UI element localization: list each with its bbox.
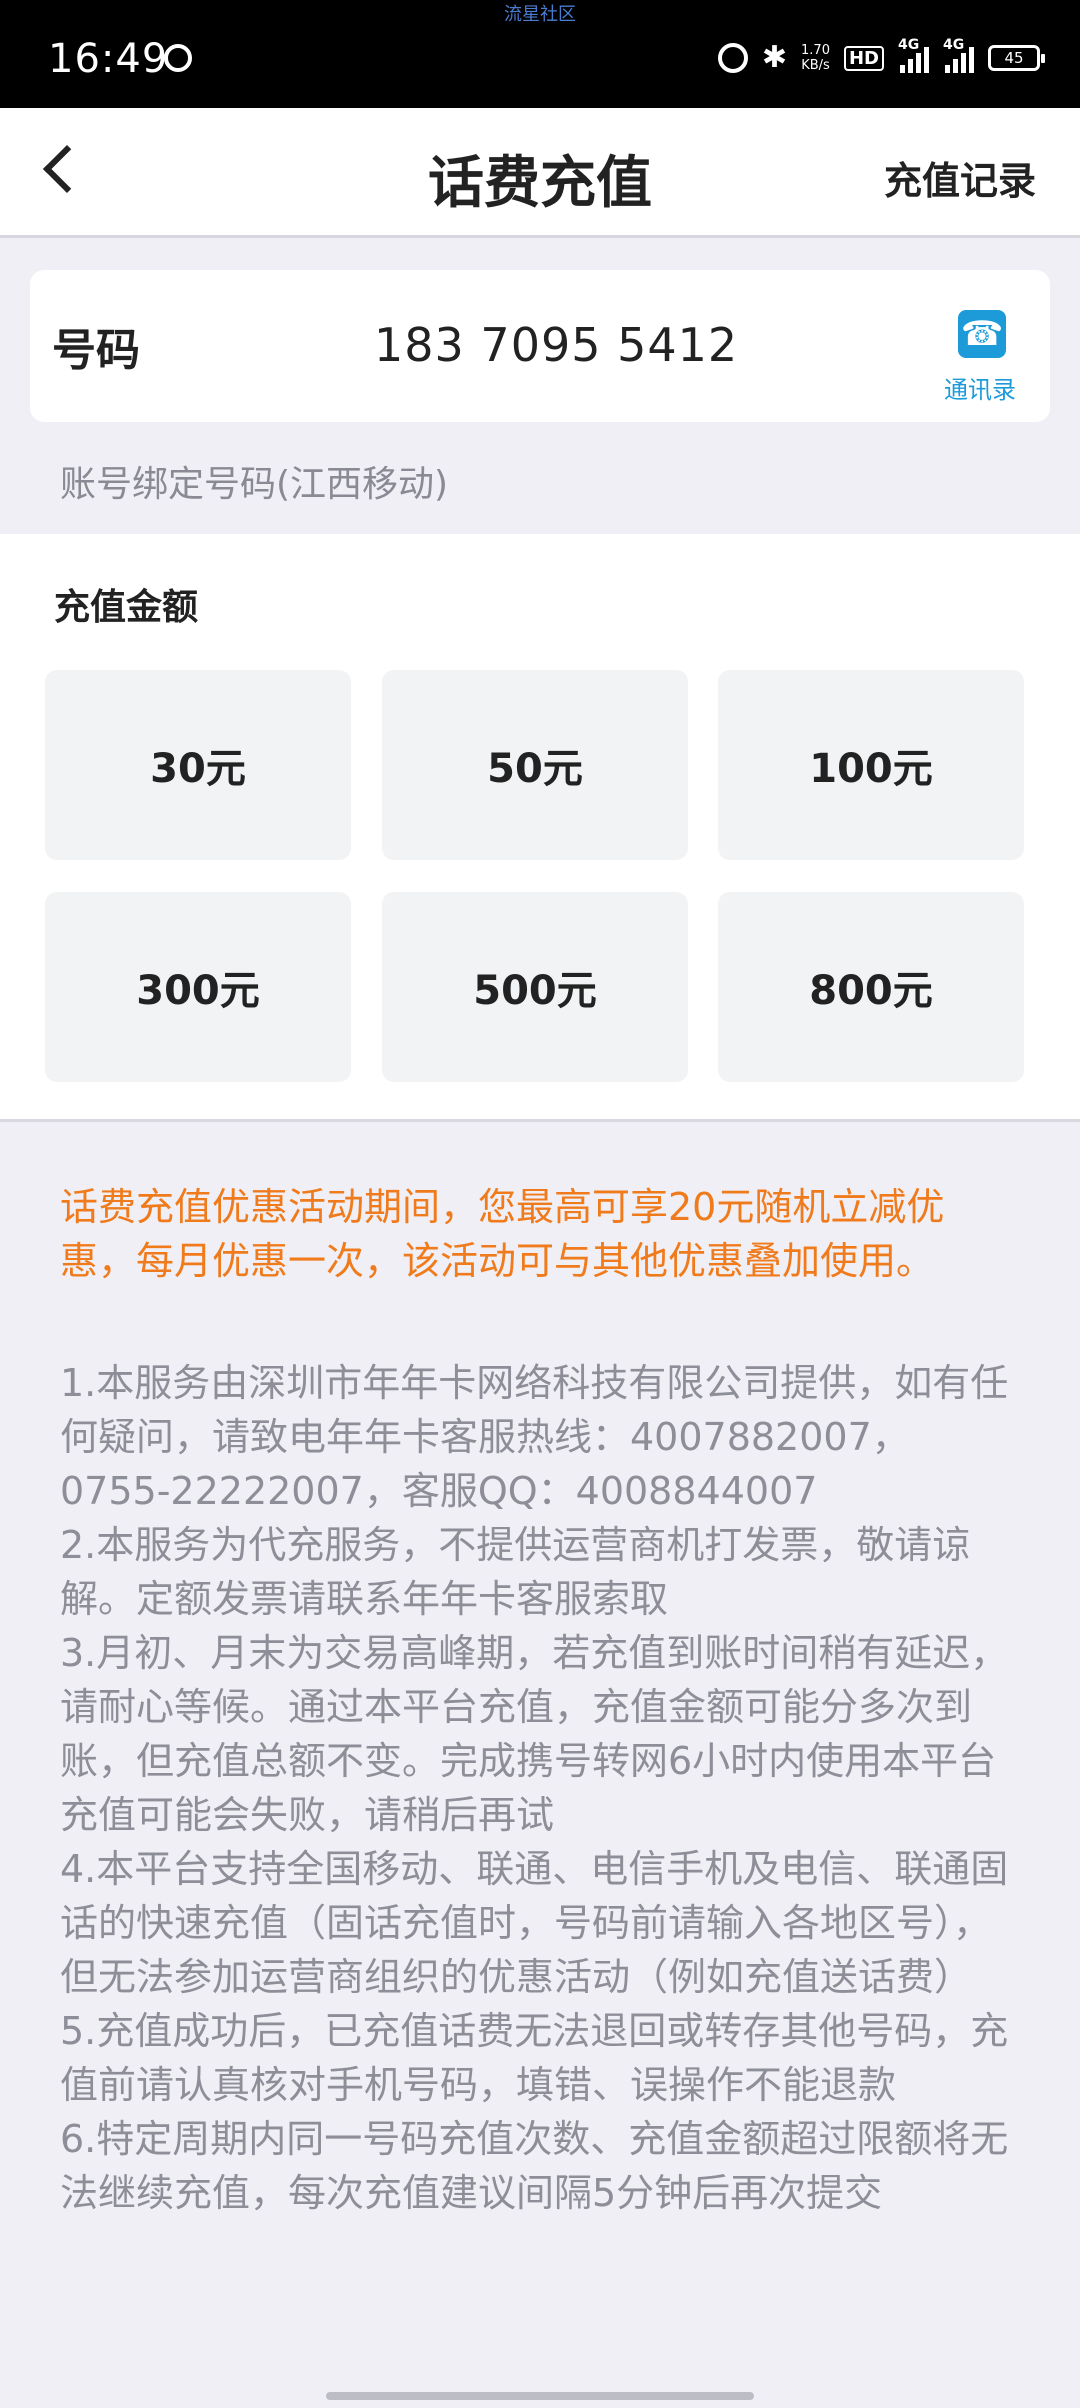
contacts-label[interactable]: 通讯录 [944,370,1016,405]
amount-panel: 充值金额 30元 50元 100元 300元 500元 800元 [0,534,1080,1122]
contacts-icon[interactable] [958,310,1006,358]
amount-title: 充值金额 [54,587,199,628]
amount-option-300[interactable]: 300元 [45,892,351,1082]
phone-card: 号码 183 7095 5412 通讯录 [30,270,1050,422]
hd-icon: HD [843,45,884,71]
rule-item: 3.月初、月末为交易高峰期，若充值到账时间稍有延迟，请耐心等候。通过本平台充值，… [60,1631,1009,1837]
nav-bar: 话费充值 充值记录 [0,108,1080,238]
battery-icon: 45 [988,45,1045,71]
status-bar: 流星社区 16:49 ✱ 1.70 KB/s HD 4G 4G 45 [0,0,1080,108]
promo-text: 话费充值优惠活动期间，您最高可享20元随机立减优惠，每月优惠一次，该活动可与其他… [60,1185,945,1283]
rule-item: 1.本服务由深圳市年年卡网络科技有限公司提供，如有任何疑问，请致电年年卡客服热线… [60,1361,1009,1513]
rule-item: 4.本平台支持全国移动、联通、电信手机及电信、联通固话的快速充值（固话充值时，号… [60,1847,1009,1999]
amount-option-800[interactable]: 800元 [718,892,1024,1082]
rule-item: 5.充值成功后，已充值话费无法退回或转存其他号码，充值前请认真核对手机号码，填错… [60,2009,1009,2107]
amount-option-50[interactable]: 50元 [382,670,688,860]
alarm-icon [717,43,748,73]
rule-item: 6.特定周期内同一号码充值次数、充值金额超过限额将无法继续充值，每次充值建议间隔… [60,2117,1009,2215]
amount-option-100[interactable]: 100元 [718,670,1024,860]
signal-sim2-icon: 4G [943,37,974,73]
amount-option-30[interactable]: 30元 [45,670,351,860]
rules-list: 1.本服务由深圳市年年卡网络科技有限公司提供，如有任何疑问，请致电年年卡客服热线… [60,1356,1020,2220]
phone-number-input[interactable]: 183 7095 5412 [374,318,738,372]
home-indicator[interactable] [326,2392,754,2400]
phone-label: 号码 [52,325,140,376]
network-speed: 1.70 KB/s [801,43,830,73]
amount-option-500[interactable]: 500元 [382,892,688,1082]
signal-sim1-icon: 4G [898,37,929,73]
status-icons: ✱ 1.70 KB/s HD 4G 4G 45 [717,37,1045,78]
status-time: 16:49 [48,36,169,82]
bluetooth-icon: ✱ [761,40,788,75]
timer-icon [164,44,192,72]
watermark: 流星社区 [504,4,576,25]
rule-item: 2.本服务为代充服务，不提供运营商机打发票，敬请谅解。定额发票请联系年年卡客服索… [60,1523,971,1621]
bound-number-note: 账号绑定号码(江西移动) [60,464,449,505]
recharge-record-link[interactable]: 充值记录 [884,150,1036,205]
